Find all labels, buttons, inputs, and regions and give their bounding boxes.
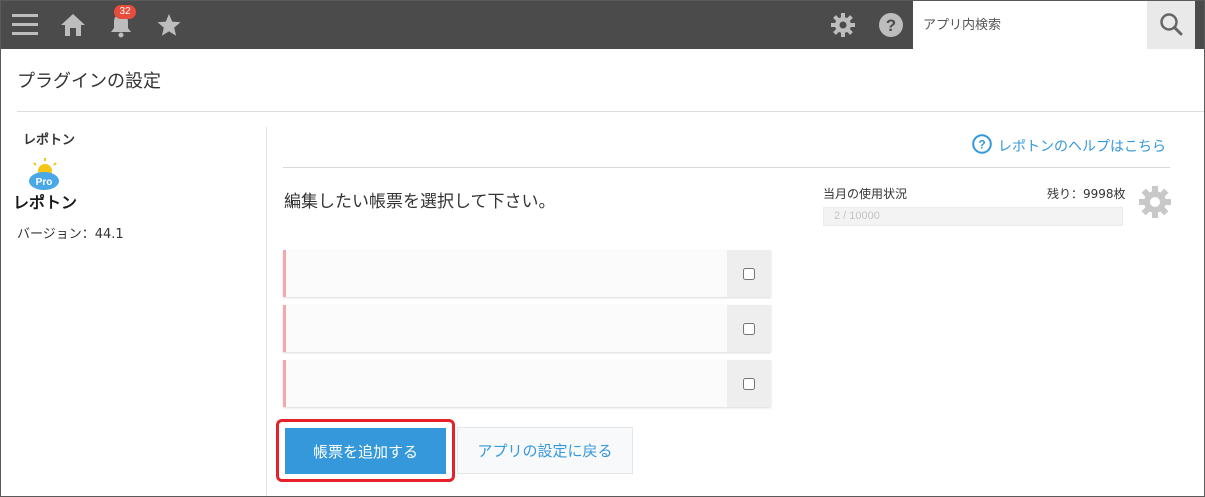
svg-text:レポトン: レポトン — [15, 193, 77, 212]
report-checkbox[interactable] — [743, 267, 755, 280]
question-circle-icon: ? — [972, 134, 992, 158]
content-divider — [283, 167, 1170, 168]
star-icon[interactable] — [155, 1, 183, 49]
column-divider — [266, 127, 267, 496]
svg-text:Pro: Pro — [36, 177, 53, 188]
svg-text:?: ? — [886, 16, 896, 35]
report-select-cell — [727, 360, 771, 407]
svg-text:?: ? — [978, 138, 985, 152]
usage-label: 当月の使用状況 — [823, 187, 908, 201]
app-search-input[interactable] — [913, 1, 1147, 49]
search-button[interactable] — [1147, 1, 1195, 49]
help-link-label: レポトンのヘルプはこちら — [998, 139, 1166, 155]
help-icon[interactable]: ? — [877, 1, 905, 49]
top-navigation-bar: 32 ? — [1, 1, 1204, 49]
usage-progress-bar: 2 / 10000 — [823, 207, 1123, 226]
notification-count-badge: 32 — [114, 5, 136, 19]
report-checkbox[interactable] — [743, 377, 755, 390]
usage-remaining: 残り：9998枚 — [1047, 187, 1126, 201]
search-icon — [1159, 12, 1183, 39]
usage-settings-gear-icon[interactable] — [1137, 184, 1173, 220]
usage-progress-text: 2 / 10000 — [834, 210, 880, 222]
page-title: プラグインの設定 — [17, 71, 161, 92]
plugin-settings-window: 32 ? プラグインの設定 レポトン Pro レポトン — [0, 0, 1205, 497]
report-row[interactable] — [283, 250, 771, 297]
back-to-app-settings-button[interactable]: アプリの設定に戻る — [457, 427, 633, 474]
menu-icon[interactable] — [11, 1, 39, 49]
report-checkbox[interactable] — [743, 322, 755, 335]
title-divider — [17, 111, 1204, 112]
plugin-logo: Pro レポトン — [13, 157, 77, 213]
plugin-name: レポトン — [23, 133, 76, 148]
report-select-cell — [727, 250, 771, 297]
gear-icon[interactable] — [829, 1, 857, 49]
plugin-version: バージョン：44.1 — [17, 227, 124, 242]
add-report-button[interactable]: 帳票を追加する — [285, 428, 446, 474]
home-icon[interactable] — [59, 1, 87, 49]
report-select-cell — [727, 305, 771, 352]
instruction-text: 編集したい帳票を選択して下さい。 — [284, 192, 556, 212]
report-row[interactable] — [283, 305, 771, 352]
report-row[interactable] — [283, 360, 771, 407]
help-link[interactable]: ? レポトンのヘルプはこちら — [972, 134, 1166, 158]
